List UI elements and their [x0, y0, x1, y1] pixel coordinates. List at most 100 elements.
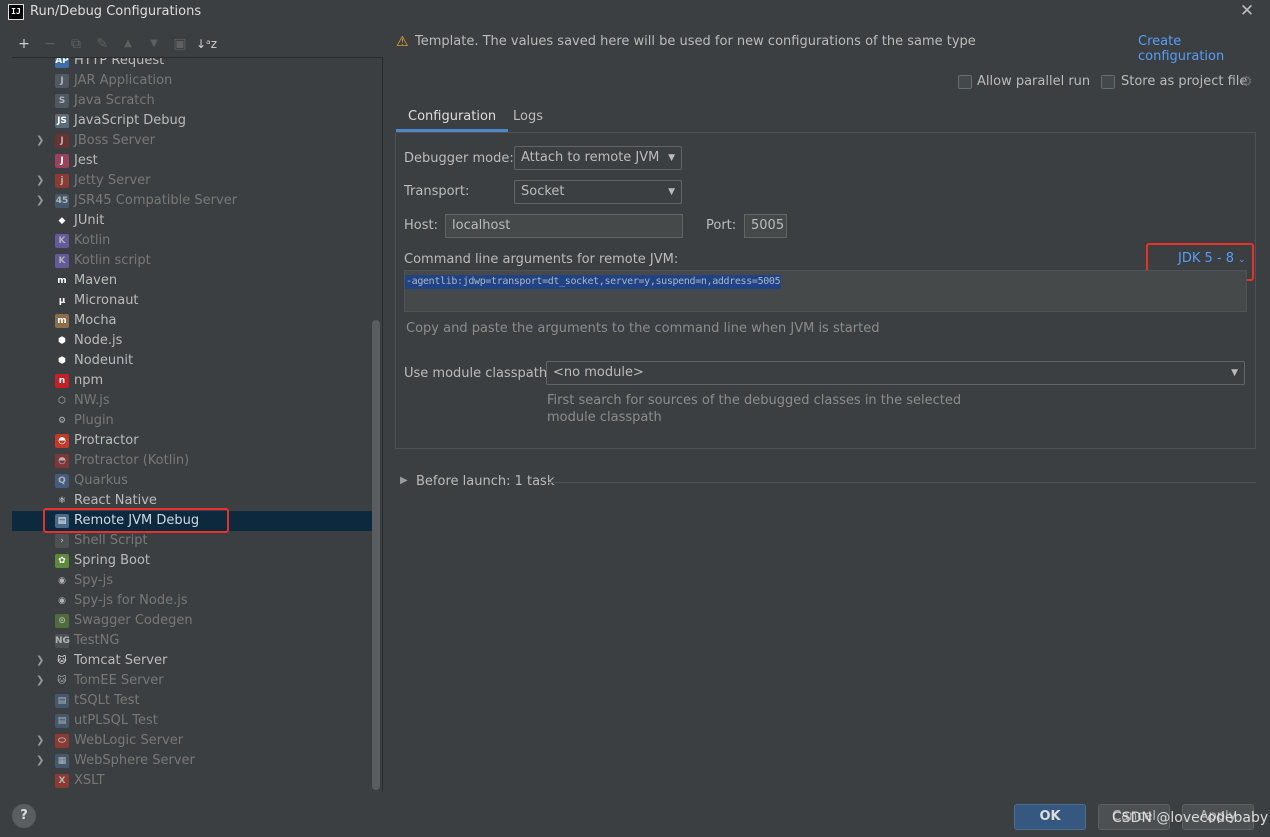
tree-item-label: JBoss Server [74, 133, 156, 148]
spy-js-icon: ◉ [55, 574, 69, 588]
window-title: Run/Debug Configurations [30, 4, 202, 19]
move-up-button[interactable]: ▲ [118, 34, 138, 54]
module-classpath-select[interactable]: <no module> ▼ [546, 361, 1245, 385]
tree-item[interactable]: ◓ Protractor [12, 431, 380, 451]
tree-item-label: utPLSQL Test [74, 713, 158, 728]
edit-defaults-wrench-icon[interactable]: ✎ [92, 34, 112, 54]
store-as-file-checkbox[interactable] [1101, 75, 1115, 89]
jar-icon: J [55, 74, 69, 88]
tree-item-label: Kotlin script [74, 253, 151, 268]
jetty-icon: j [55, 174, 69, 188]
tree-item[interactable]: ◉ Spy-js for Node.js [12, 591, 380, 611]
expand-arrow-icon[interactable]: ❯ [36, 651, 48, 671]
tree-item[interactable]: m Mocha [12, 311, 380, 331]
tree-scrollbar[interactable] [372, 320, 380, 790]
sort-button[interactable]: ↓ᵃz [196, 34, 217, 54]
move-down-button[interactable]: ▼ [144, 34, 164, 54]
tree-item[interactable]: ❯ 🐱 TomEE Server [12, 671, 380, 691]
before-launch-section[interactable]: Before launch: 1 task [416, 474, 554, 489]
transport-select[interactable]: Socket ▼ [514, 180, 682, 204]
tree-item-label: TestNG [74, 633, 120, 648]
tree-item-label: Maven [74, 273, 118, 288]
store-as-file-label: Store as project file [1121, 74, 1248, 89]
tree-item[interactable]: Q Quarkus [12, 471, 380, 491]
port-input[interactable]: 5005 [744, 214, 787, 238]
create-configuration-link[interactable]: Create configuration [1138, 34, 1270, 64]
host-label: Host: [404, 218, 438, 233]
tree-item[interactable]: ❯ ⬭ WebLogic Server [12, 731, 380, 751]
nwjs-icon: ⬡ [55, 394, 69, 408]
new-folder-button[interactable]: ▣ [170, 34, 190, 54]
npm-icon: n [55, 374, 69, 388]
copy-configuration-button[interactable]: ⧉ [66, 34, 86, 54]
tree-item[interactable]: S Java Scratch [12, 91, 380, 111]
tree-item[interactable]: ❯ 45 JSR45 Compatible Server [12, 191, 380, 211]
expand-arrow-icon[interactable]: ❯ [36, 191, 48, 211]
help-button[interactable]: ? [12, 804, 36, 828]
cmd-args-selected-text[interactable]: -agentlib:jdwp=transport=dt_socket,serve… [405, 275, 782, 289]
configuration-tree[interactable]: AP HTTP Request J JAR Application S Java Scra… [12, 57, 383, 792]
tree-item-label: Spy-js [74, 573, 114, 588]
websphere-icon: ▦ [55, 754, 69, 768]
expand-arrow-icon[interactable]: ❯ [36, 171, 48, 191]
tree-item[interactable]: ▤ utPLSQL Test [12, 711, 380, 731]
tree-item[interactable]: ✿ Spring Boot [12, 551, 380, 571]
host-input[interactable]: localhost [445, 214, 683, 238]
expand-arrow-icon[interactable]: ▶ [400, 475, 408, 486]
transport-label: Transport: [404, 184, 470, 199]
tree-item[interactable]: NG TestNG [12, 631, 380, 651]
debugger-mode-select[interactable]: Attach to remote JVM ▼ [514, 146, 682, 170]
tree-item[interactable]: J Jest [12, 151, 380, 171]
tree-item[interactable]: ⚙ Plugin [12, 411, 380, 431]
tree-item-label: Micronaut [74, 293, 139, 308]
chevron-down-icon: ▼ [668, 153, 675, 163]
tree-item-label: Node.js [74, 333, 123, 348]
tree-item-label: Protractor [74, 433, 139, 448]
tree-item[interactable]: ◉ Spy-js [12, 571, 380, 591]
tree-item[interactable]: ⬡ NW.js [12, 391, 380, 411]
tree-item[interactable]: K Kotlin script [12, 251, 380, 271]
tree-item[interactable]: ⬢ Nodeunit [12, 351, 380, 371]
tab-logs[interactable]: Logs [501, 104, 555, 132]
tree-item[interactable]: K Kotlin [12, 231, 380, 251]
tomee-icon: 🐱 [55, 674, 69, 688]
remove-configuration-button[interactable]: − [40, 34, 60, 54]
tree-item[interactable]: ◓ Protractor (Kotlin) [12, 451, 380, 471]
tree-item[interactable]: n npm [12, 371, 380, 391]
tree-item[interactable]: JS JavaScript Debug [12, 111, 380, 131]
tree-item-label: Nodeunit [74, 353, 134, 368]
add-configuration-button[interactable]: + [14, 34, 34, 54]
expand-arrow-icon[interactable]: ❯ [36, 751, 48, 771]
tree-item[interactable]: ▤ tSQLt Test [12, 691, 380, 711]
tree-item-label: Tomcat Server [74, 653, 168, 668]
tree-item[interactable]: › Shell Script [12, 531, 380, 551]
tree-item[interactable]: m Maven [12, 271, 380, 291]
chevron-down-icon: ▼ [668, 187, 675, 197]
gear-icon[interactable]: ⚙ [1240, 74, 1253, 90]
expand-arrow-icon[interactable]: ❯ [36, 131, 48, 151]
plugin-icon: ⚙ [55, 414, 69, 428]
allow-parallel-checkbox[interactable] [958, 75, 972, 89]
tree-item[interactable]: ⊙ Swagger Codegen [12, 611, 380, 631]
tree-item[interactable]: ⬢ Node.js [12, 331, 380, 351]
tab-configuration[interactable]: Configuration [396, 104, 509, 132]
close-icon[interactable]: ✕ [1238, 2, 1256, 20]
expand-arrow-icon[interactable]: ❯ [36, 671, 48, 691]
tree-item[interactable]: J JAR Application [12, 71, 380, 91]
expand-arrow-icon[interactable]: ❯ [36, 731, 48, 751]
tree-item[interactable]: ❯ j Jetty Server [12, 171, 380, 191]
cmd-args-label: Command line arguments for remote JVM: [404, 252, 679, 267]
tree-item[interactable]: ❯ J JBoss Server [12, 131, 380, 151]
ok-button[interactable]: OK [1014, 804, 1086, 830]
tree-item[interactable]: ❯ ▦ WebSphere Server [12, 751, 380, 771]
tree-item[interactable]: AP HTTP Request [12, 58, 380, 71]
tree-item[interactable]: ❯ 🐱 Tomcat Server [12, 651, 380, 671]
module-classpath-value: <no module> [553, 365, 644, 380]
javascript-debug-icon: JS [55, 114, 69, 128]
tree-item-label: Protractor (Kotlin) [74, 453, 190, 468]
tree-item[interactable]: μ Micronaut [12, 291, 380, 311]
tsqlt-icon: ▤ [55, 694, 69, 708]
tree-item[interactable]: X XSLT [12, 771, 380, 791]
jest-icon: J [55, 154, 69, 168]
tree-item[interactable]: ◆ JUnit [12, 211, 380, 231]
